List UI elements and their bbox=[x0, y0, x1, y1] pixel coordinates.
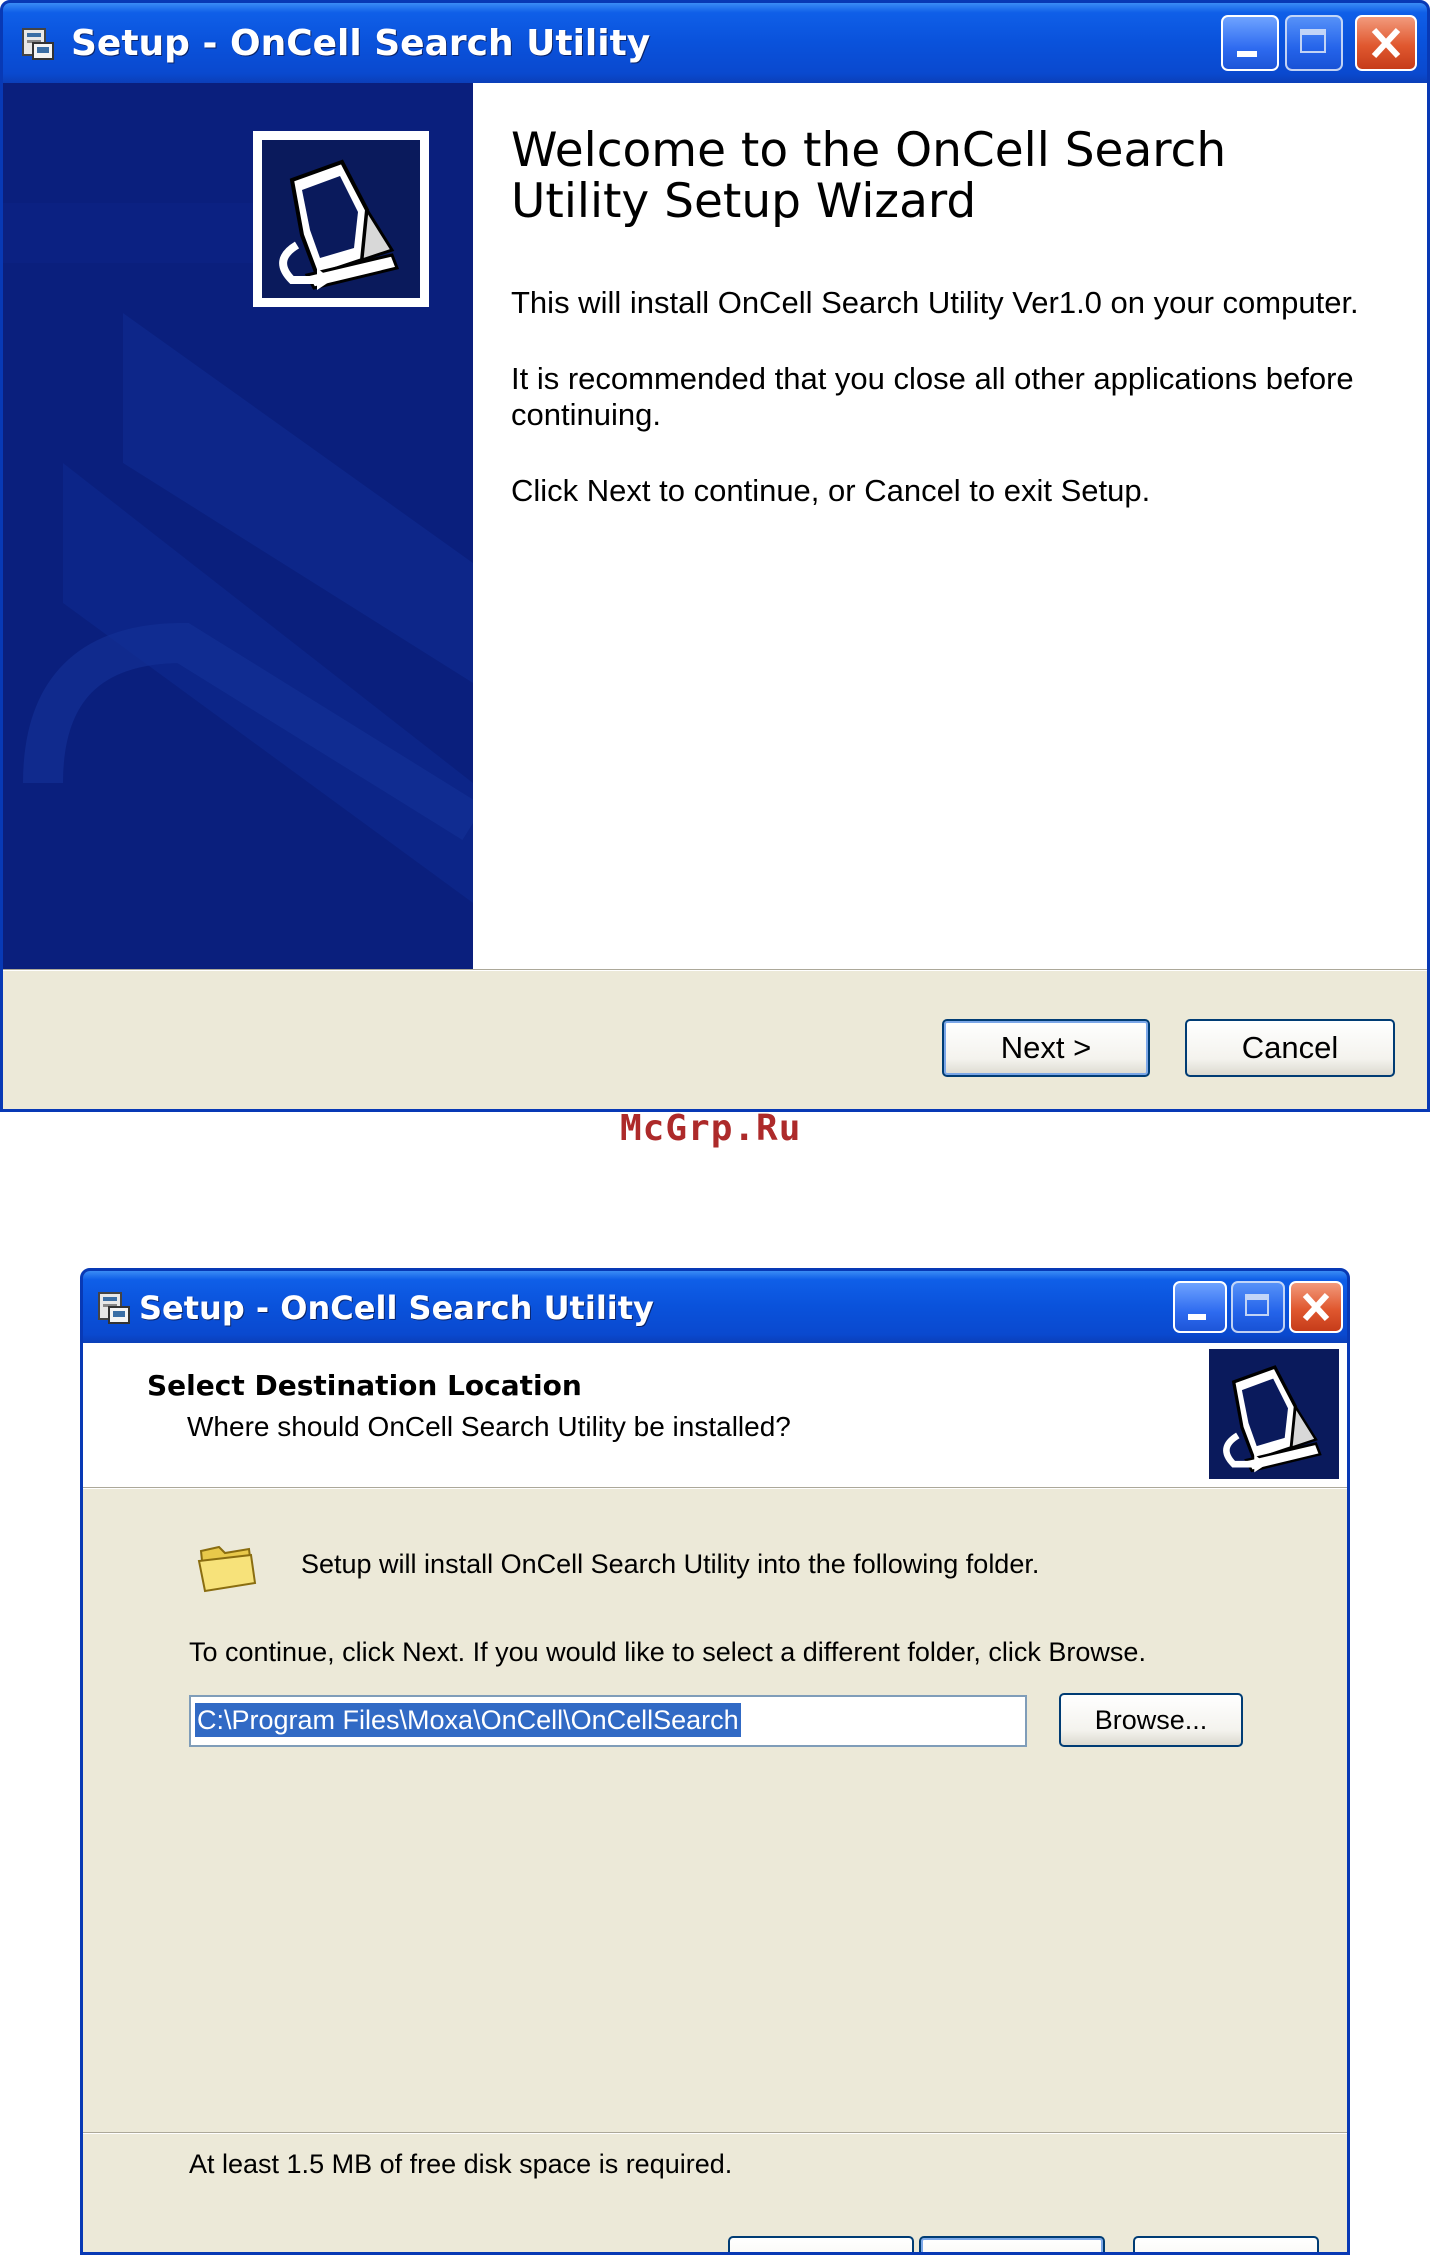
disk-space-note: At least 1.5 MB of free disk space is re… bbox=[189, 2149, 733, 2179]
welcome-line-recommend: It is recommended that you close all oth… bbox=[511, 361, 1354, 432]
welcome-line-continue: Click Next to continue, or Cancel to exi… bbox=[511, 473, 1151, 508]
maximize-button[interactable] bbox=[1285, 15, 1343, 71]
setup-logo bbox=[253, 131, 429, 307]
close-button[interactable] bbox=[1355, 15, 1417, 71]
setup-computer-logo-icon bbox=[1223, 1365, 1322, 1473]
back-button[interactable]: < Back bbox=[728, 2236, 914, 2252]
folder-icon bbox=[195, 1533, 259, 1597]
cancel-button[interactable]: Cancel bbox=[1133, 2236, 1319, 2252]
welcome-line-install: This will install OnCell Search Utility … bbox=[511, 285, 1359, 320]
header-separator bbox=[83, 1487, 1347, 1489]
browse-button[interactable]: Browse... bbox=[1059, 1693, 1243, 1747]
footer-separator bbox=[83, 2132, 1347, 2134]
header-title: Select Destination Location bbox=[147, 1369, 582, 1402]
title-bar[interactable]: Setup - OnCell Search Utility bbox=[3, 3, 1427, 83]
welcome-heading: Welcome to the OnCell Search Utility Set… bbox=[511, 123, 1227, 229]
title-bar[interactable]: Setup - OnCell Search Utility bbox=[83, 1271, 1347, 1343]
close-icon bbox=[1302, 1292, 1330, 1322]
destination-path-value: C:\Program Files\Moxa\OnCell\OnCellSearc… bbox=[195, 1703, 741, 1737]
welcome-content: Welcome to the OnCell Search Utility Set… bbox=[473, 83, 1427, 969]
footer-separator bbox=[3, 969, 1427, 971]
maximize-icon bbox=[1245, 1294, 1269, 1316]
cancel-button[interactable]: Cancel bbox=[1185, 1019, 1395, 1077]
instruction-text: To continue, click Next. If you would li… bbox=[189, 1637, 1146, 1667]
setup-app-icon bbox=[17, 23, 57, 63]
header-subtitle: Where should OnCell Search Utility be in… bbox=[187, 1411, 791, 1442]
minimize-button[interactable] bbox=[1221, 15, 1279, 71]
window-client: Select Destination Location Where should… bbox=[83, 1343, 1347, 2252]
setup-window-welcome: Setup - OnCell Search Utility Welcome to… bbox=[0, 0, 1430, 1112]
header-logo bbox=[1209, 1349, 1339, 1479]
window-title: Setup - OnCell Search Utility bbox=[139, 1289, 654, 1327]
close-button[interactable] bbox=[1289, 1281, 1343, 1333]
maximize-button[interactable] bbox=[1231, 1281, 1285, 1333]
next-button[interactable]: Next > bbox=[919, 2236, 1105, 2252]
wizard-header: Select Destination Location Where should… bbox=[83, 1343, 1347, 1487]
destination-path-input[interactable]: C:\Program Files\Moxa\OnCell\OnCellSearc… bbox=[189, 1695, 1027, 1747]
minimize-icon bbox=[1188, 1314, 1206, 1320]
setup-computer-logo-icon bbox=[279, 159, 400, 290]
wizard-side-panel bbox=[3, 83, 473, 969]
close-icon bbox=[1371, 27, 1401, 59]
setup-window-destination: Setup - OnCell Search Utility Select Des… bbox=[80, 1268, 1350, 2255]
window-title: Setup - OnCell Search Utility bbox=[71, 23, 651, 64]
folder-description: Setup will install OnCell Search Utility… bbox=[301, 1549, 1040, 1579]
minimize-button[interactable] bbox=[1173, 1281, 1227, 1333]
maximize-icon bbox=[1300, 29, 1326, 53]
watermark-text: McGrp.Ru bbox=[620, 1108, 802, 1149]
next-button[interactable]: Next > bbox=[942, 1019, 1150, 1077]
setup-app-icon bbox=[93, 1287, 133, 1327]
window-client: Welcome to the OnCell Search Utility Set… bbox=[3, 83, 1427, 1109]
minimize-icon bbox=[1237, 51, 1257, 57]
